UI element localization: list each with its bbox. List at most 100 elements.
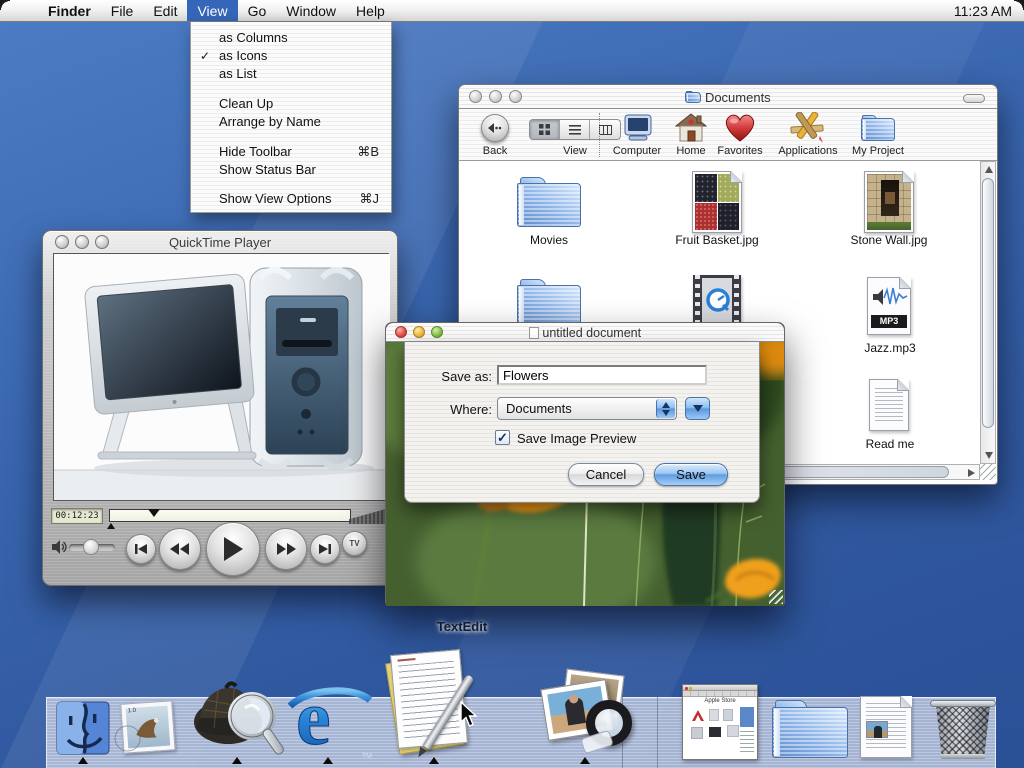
my-project-label: My Project: [843, 145, 913, 157]
save-as-label: Save as:: [425, 369, 492, 384]
vertical-scrollbar[interactable]: [980, 161, 996, 464]
finder-item-jazz-mp3[interactable]: MP3: [867, 277, 911, 335]
finder-item-movies[interactable]: [517, 177, 581, 227]
where-label: Where:: [425, 402, 492, 417]
apple-menu-icon[interactable]: [0, 0, 38, 21]
quicktime-player-window: QuickTime Player: [42, 230, 398, 586]
quicktime-timeline[interactable]: [109, 509, 351, 522]
window-title: Documents: [705, 90, 771, 105]
folder-icon: [685, 91, 701, 103]
quicktime-titlebar[interactable]: QuickTime Player: [43, 231, 397, 253]
computer-icon[interactable]: [617, 114, 655, 142]
menu-item-show-status-bar[interactable]: Show Status Bar: [191, 161, 391, 179]
back-button[interactable]: [481, 114, 509, 142]
menu-item-as-list[interactable]: as List: [191, 65, 391, 83]
desktop: QuickTime Player: [0, 0, 1024, 768]
finder-item-stone-wall[interactable]: [864, 171, 914, 233]
applications-icon[interactable]: [789, 112, 825, 144]
favorites-icon[interactable]: [723, 113, 757, 143]
dock: [46, 697, 996, 768]
dock-mail-icon[interactable]: 1.0: [116, 700, 180, 758]
menu-help[interactable]: Help: [346, 0, 395, 21]
quicktime-video-area: [53, 253, 389, 501]
menu-edit[interactable]: Edit: [143, 0, 187, 21]
product-logo-icon: [691, 709, 705, 723]
save-button[interactable]: Save: [654, 463, 728, 486]
menu-bar: Finder File Edit View Go Window Help 11:…: [0, 0, 1024, 22]
my-project-icon[interactable]: [861, 115, 895, 141]
item-label: Read me: [830, 437, 950, 451]
quicktime-logo-icon: [706, 288, 730, 312]
column-view-icon[interactable]: [590, 120, 620, 139]
where-popup[interactable]: Documents: [497, 397, 677, 420]
view-switcher[interactable]: [529, 119, 621, 140]
item-label: Stone Wall.jpg: [829, 233, 949, 247]
finder-item-read-me[interactable]: [869, 379, 909, 431]
dock-divider: [657, 697, 658, 768]
scroll-down-icon[interactable]: [985, 452, 993, 459]
menu-finder[interactable]: Finder: [38, 0, 101, 21]
icon-view-icon[interactable]: [530, 120, 560, 139]
rewind-button[interactable]: [159, 528, 201, 570]
dock-trash-icon[interactable]: [928, 698, 998, 760]
menu-go[interactable]: Go: [238, 0, 277, 21]
toolbar-toggle-pill[interactable]: [963, 94, 985, 103]
popup-stepper-icon[interactable]: [656, 399, 675, 418]
menu-window[interactable]: Window: [276, 0, 346, 21]
fast-forward-button[interactable]: [265, 528, 307, 570]
tv-button[interactable]: TV: [342, 531, 367, 556]
scroll-up-icon[interactable]: [985, 166, 993, 173]
running-indicator: [429, 757, 439, 764]
menu-item-as-icons[interactable]: ✓as Icons: [191, 47, 391, 65]
dock-minimized-apple-store-window[interactable]: Apple Store: [682, 684, 758, 760]
menu-view[interactable]: View: [187, 0, 237, 21]
home-icon[interactable]: [675, 113, 707, 143]
list-view-icon[interactable]: [560, 120, 590, 139]
menu-item-clean-up[interactable]: Clean Up: [191, 95, 391, 113]
toolbar-divider: [599, 113, 600, 157]
menu-item-show-view-options[interactable]: Show View Options⌘J: [191, 190, 391, 208]
dock-finder-icon[interactable]: [56, 701, 110, 755]
resize-grip[interactable]: [980, 464, 996, 480]
menu-item-hide-toolbar[interactable]: Hide Toolbar⌘B: [191, 143, 391, 161]
disclosure-button[interactable]: [685, 397, 710, 420]
speaker-icon: [51, 539, 67, 555]
scrollbar-thumb[interactable]: [982, 178, 994, 428]
finder-toolbar: Back View: [459, 109, 997, 161]
textedit-titlebar[interactable]: untitled document: [386, 323, 784, 342]
dock-sherlock-icon[interactable]: [190, 678, 286, 760]
view-label: View: [531, 145, 619, 157]
dock-folder-icon[interactable]: [772, 700, 848, 758]
menu-item-as-columns[interactable]: as Columns: [191, 29, 391, 47]
dock-hover-label: TextEdit: [392, 619, 532, 634]
running-indicator: [232, 757, 242, 764]
dock-preview-icon[interactable]: [536, 672, 636, 762]
volume-slider-knob[interactable]: [83, 539, 99, 555]
stamp-value: 1.0: [128, 708, 137, 715]
view-menu: as Columns ✓as Icons as List Clean Up Ar…: [190, 22, 392, 213]
finder-titlebar[interactable]: Documents: [459, 85, 997, 109]
cancel-button[interactable]: Cancel: [568, 463, 644, 486]
chevron-down-icon: [693, 405, 703, 412]
running-indicator: [580, 757, 590, 764]
dock-internet-explorer-icon[interactable]: e TM: [288, 676, 372, 762]
finder-item-fruit-basket[interactable]: [692, 171, 742, 233]
running-indicator: [323, 757, 333, 764]
playhead-marker[interactable]: [148, 509, 160, 517]
item-label: Movies: [489, 233, 609, 247]
running-indicator: [78, 757, 88, 764]
applications-label: Applications: [771, 145, 845, 157]
next-button[interactable]: [310, 534, 340, 564]
previous-button[interactable]: [126, 534, 156, 564]
save-image-preview-checkbox[interactable]: ✓: [495, 430, 510, 445]
dock-document-icon[interactable]: [860, 696, 916, 760]
computer-label: Computer: [609, 145, 665, 157]
menu-item-arrange-by-name[interactable]: Arrange by Name: [191, 113, 391, 131]
menu-file[interactable]: File: [101, 0, 144, 21]
play-button[interactable]: [206, 522, 260, 576]
scroll-right-icon[interactable]: [968, 469, 975, 477]
resize-grip[interactable]: [769, 590, 783, 604]
window-title: QuickTime Player: [43, 235, 397, 250]
save-as-input[interactable]: [497, 365, 707, 385]
menu-bar-clock[interactable]: 11:23 AM: [942, 0, 1024, 21]
